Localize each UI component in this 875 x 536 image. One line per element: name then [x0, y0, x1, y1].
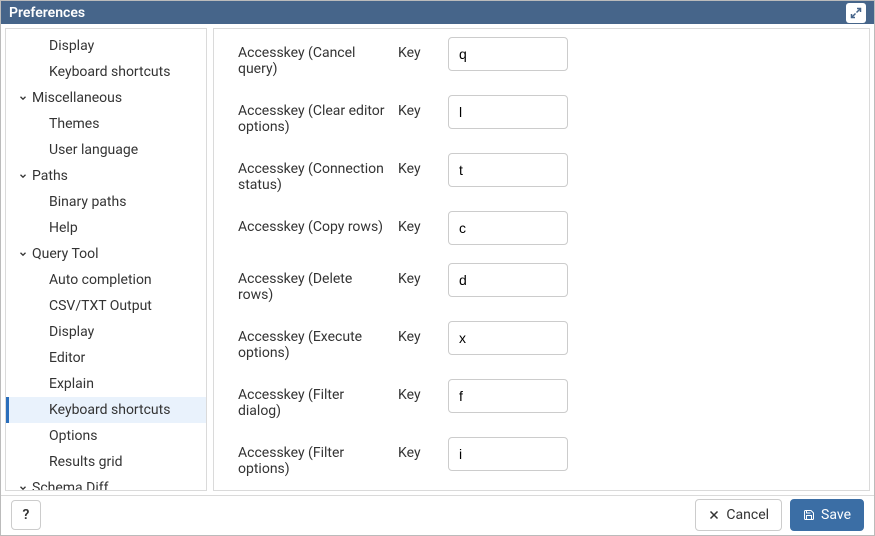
sidebar-item-paths-binary-paths[interactable]: Binary paths — [6, 189, 206, 215]
form-row: Accesskey (Connection status)Key — [238, 153, 851, 193]
chevron-down-icon — [18, 170, 28, 182]
field-label: Accesskey (Filter options) — [238, 437, 398, 477]
key-column-label: Key — [398, 211, 448, 235]
form-row: Accesskey (Execute options)Key — [238, 321, 851, 361]
form-row: Accesskey (Filter dialog)Key — [238, 379, 851, 419]
help-icon: ? — [23, 507, 30, 523]
sidebar-group-header-query-tool[interactable]: Query Tool — [6, 241, 206, 267]
titlebar: Preferences — [1, 1, 874, 24]
sidebar-group-header-miscellaneous[interactable]: Miscellaneous — [6, 85, 206, 111]
sidebar-group-label: Query Tool — [32, 243, 99, 265]
field-label: Accesskey (Filter dialog) — [238, 379, 398, 419]
sidebar[interactable]: DisplayKeyboard shortcutsMiscellaneousTh… — [5, 28, 207, 491]
accesskey-input[interactable] — [448, 379, 568, 413]
preferences-dialog: Preferences DisplayKeyboard shortcutsMis… — [0, 0, 875, 536]
chevron-down-icon — [18, 248, 28, 260]
key-column-label: Key — [398, 95, 448, 119]
key-column-label: Key — [398, 153, 448, 177]
field-label: Accesskey (Connection status) — [238, 153, 398, 193]
sidebar-group-query-tool: Query ToolAuto completionCSV/TXT OutputD… — [6, 241, 206, 475]
field-label: Accesskey (Delete rows) — [238, 263, 398, 303]
sidebar-group-header-schema-diff[interactable]: Schema Diff — [6, 475, 206, 491]
help-button[interactable]: ? — [11, 500, 41, 530]
sidebar-item-paths-help[interactable]: Help — [6, 215, 206, 241]
sidebar-group-label: Schema Diff — [32, 477, 108, 491]
sidebar-item-miscellaneous-user-language[interactable]: User language — [6, 137, 206, 163]
form-row: Accesskey (Copy rows)Key — [238, 211, 851, 245]
key-column-label: Key — [398, 321, 448, 345]
save-button[interactable]: Save — [790, 499, 864, 531]
sidebar-item-miscellaneous-themes[interactable]: Themes — [6, 111, 206, 137]
key-column-label: Key — [398, 263, 448, 287]
sidebar-group-miscellaneous: MiscellaneousThemesUser language — [6, 85, 206, 163]
sidebar-group-label: Miscellaneous — [32, 87, 122, 109]
footer-right: Cancel Save — [695, 499, 864, 531]
accesskey-input[interactable] — [448, 321, 568, 355]
main-panel[interactable]: Accesskey (Cancel query)KeyAccesskey (Cl… — [213, 28, 870, 491]
accesskey-input[interactable] — [448, 37, 568, 71]
field-label: Accesskey (Execute options) — [238, 321, 398, 361]
expand-button[interactable] — [846, 3, 866, 23]
chevron-down-icon — [18, 482, 28, 491]
sidebar-item-query-tool-keyboard-shortcuts[interactable]: Keyboard shortcuts — [6, 397, 206, 423]
sidebar-item-query-tool-auto-completion[interactable]: Auto completion — [6, 267, 206, 293]
key-column-label: Key — [398, 379, 448, 403]
accesskey-input[interactable] — [448, 437, 568, 471]
sidebar-item-query-tool-explain[interactable]: Explain — [6, 371, 206, 397]
dialog-title: Preferences — [9, 5, 85, 21]
field-label: Accesskey (Cancel query) — [238, 37, 398, 77]
sidebar-group-header-paths[interactable]: Paths — [6, 163, 206, 189]
sidebar-item-query-tool-display[interactable]: Display — [6, 319, 206, 345]
sidebar-item-query-tool-results-grid[interactable]: Results grid — [6, 449, 206, 475]
form-row: Accesskey (Cancel query)Key — [238, 37, 851, 77]
cancel-label: Cancel — [726, 507, 769, 523]
close-icon — [708, 509, 720, 521]
form-row: Accesskey (Clear editor options)Key — [238, 95, 851, 135]
sidebar-item-query-tool-options[interactable]: Options — [6, 423, 206, 449]
dialog-body: DisplayKeyboard shortcutsMiscellaneousTh… — [1, 24, 874, 495]
accesskey-input[interactable] — [448, 153, 568, 187]
key-column-label: Key — [398, 437, 448, 461]
sidebar-item-keyboard-shortcuts[interactable]: Keyboard shortcuts — [6, 59, 206, 85]
sidebar-item-display[interactable]: Display — [6, 33, 206, 59]
footer: ? Cancel Save — [1, 495, 874, 535]
sidebar-group-schema-diff: Schema DiffDisplay — [6, 475, 206, 491]
accesskey-input[interactable] — [448, 95, 568, 129]
chevron-down-icon — [18, 92, 28, 104]
field-label: Accesskey (Copy rows) — [238, 211, 398, 235]
field-label: Accesskey (Clear editor options) — [238, 95, 398, 135]
key-column-label: Key — [398, 37, 448, 61]
sidebar-item-query-tool-csv-txt-output[interactable]: CSV/TXT Output — [6, 293, 206, 319]
sidebar-group-label: Paths — [32, 165, 68, 187]
sidebar-item-query-tool-editor[interactable]: Editor — [6, 345, 206, 371]
expand-icon — [850, 7, 862, 19]
sidebar-group-paths: PathsBinary pathsHelp — [6, 163, 206, 241]
form-row: Accesskey (Filter options)Key — [238, 437, 851, 477]
accesskey-input[interactable] — [448, 211, 568, 245]
save-label: Save — [821, 507, 851, 523]
cancel-button[interactable]: Cancel — [695, 499, 782, 531]
accesskey-input[interactable] — [448, 263, 568, 297]
form-row: Accesskey (Delete rows)Key — [238, 263, 851, 303]
save-icon — [803, 509, 815, 521]
